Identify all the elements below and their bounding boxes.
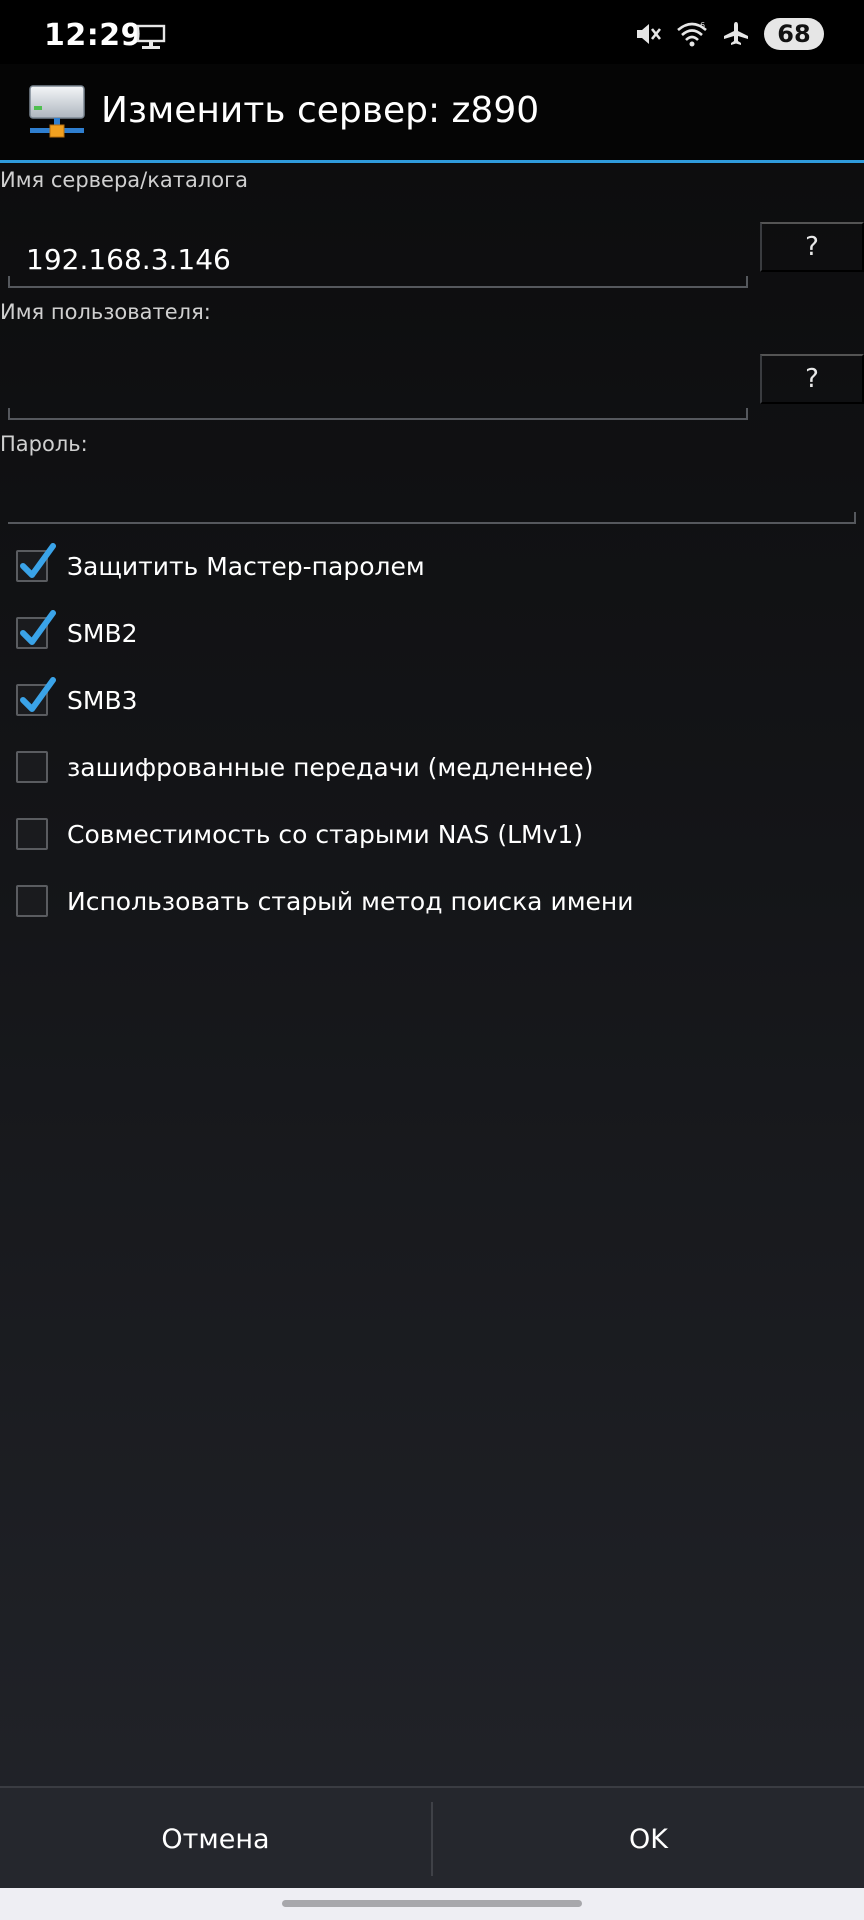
- password-label: Пароль:: [0, 432, 88, 456]
- status-icons: 6 68: [634, 18, 824, 50]
- server-label: Имя сервера/каталога: [0, 168, 249, 192]
- home-handle[interactable]: [282, 1900, 582, 1907]
- username-label: Имя пользователя:: [0, 300, 211, 324]
- checkbox-checked[interactable]: [16, 677, 56, 716]
- server-input[interactable]: [8, 232, 748, 288]
- option-row[interactable]: Использовать старый метод поиска имени: [16, 877, 634, 925]
- option-row[interactable]: SMB2: [16, 609, 138, 657]
- button-bar: Отмена OK: [0, 1786, 864, 1890]
- server-input-edge-right: [746, 276, 748, 288]
- username-help-button[interactable]: ?: [760, 354, 864, 404]
- option-row[interactable]: Совместимость со старыми NAS (LMv1): [16, 810, 583, 858]
- option-label: зашифрованные передачи (медленнее): [67, 752, 594, 782]
- option-row[interactable]: SMB3: [16, 676, 138, 724]
- option-row[interactable]: Защитить Мастер-паролем: [16, 542, 425, 590]
- server-help-button[interactable]: ?: [760, 222, 864, 272]
- option-row[interactable]: зашифрованные передачи (медленнее): [16, 743, 593, 791]
- checkmark-icon: [20, 543, 56, 578]
- ok-button[interactable]: OK: [433, 1788, 864, 1890]
- password-input-edge-right: [854, 512, 856, 524]
- airplane-icon: [724, 22, 748, 45]
- wifi-icon: 6: [677, 21, 707, 47]
- checkbox-checked[interactable]: [16, 610, 56, 649]
- status-time: 12:29: [44, 18, 142, 53]
- checkmark-icon: [20, 610, 56, 645]
- checkbox-unchecked[interactable]: [16, 885, 48, 917]
- battery-badge: 68: [764, 18, 824, 50]
- status-bar: 12:29 6 68: [0, 0, 864, 64]
- cancel-button[interactable]: Отмена: [0, 1788, 431, 1890]
- server-input-edge-left: [8, 276, 10, 288]
- option-label: Защитить Мастер-паролем: [67, 551, 425, 581]
- option-label: SMB2: [67, 618, 138, 648]
- title-bar: Изменить сервер: z890: [0, 64, 864, 163]
- server-icon: [29, 85, 85, 138]
- screen: 12:29 6 68 Изменить сервер: z890 Имя сер…: [0, 0, 864, 1920]
- navigation-bar: [0, 1888, 864, 1920]
- option-label: Использовать старый метод поиска имени: [67, 886, 634, 916]
- username-input[interactable]: [8, 364, 748, 420]
- page-title: Изменить сервер: z890: [101, 90, 540, 131]
- svg-text:6: 6: [700, 21, 705, 30]
- option-label: SMB3: [67, 685, 138, 715]
- checkbox-checked[interactable]: [16, 543, 56, 582]
- mute-icon: [637, 24, 662, 44]
- checkmark-icon: [20, 677, 56, 712]
- username-input-edge-right: [746, 408, 748, 420]
- option-label: Совместимость со старыми NAS (LMv1): [67, 819, 584, 849]
- password-input[interactable]: [8, 466, 856, 524]
- checkbox-unchecked[interactable]: [16, 751, 48, 783]
- username-input-edge-left: [8, 408, 10, 420]
- checkbox-unchecked[interactable]: [16, 818, 48, 850]
- desktop-icon: [136, 24, 166, 49]
